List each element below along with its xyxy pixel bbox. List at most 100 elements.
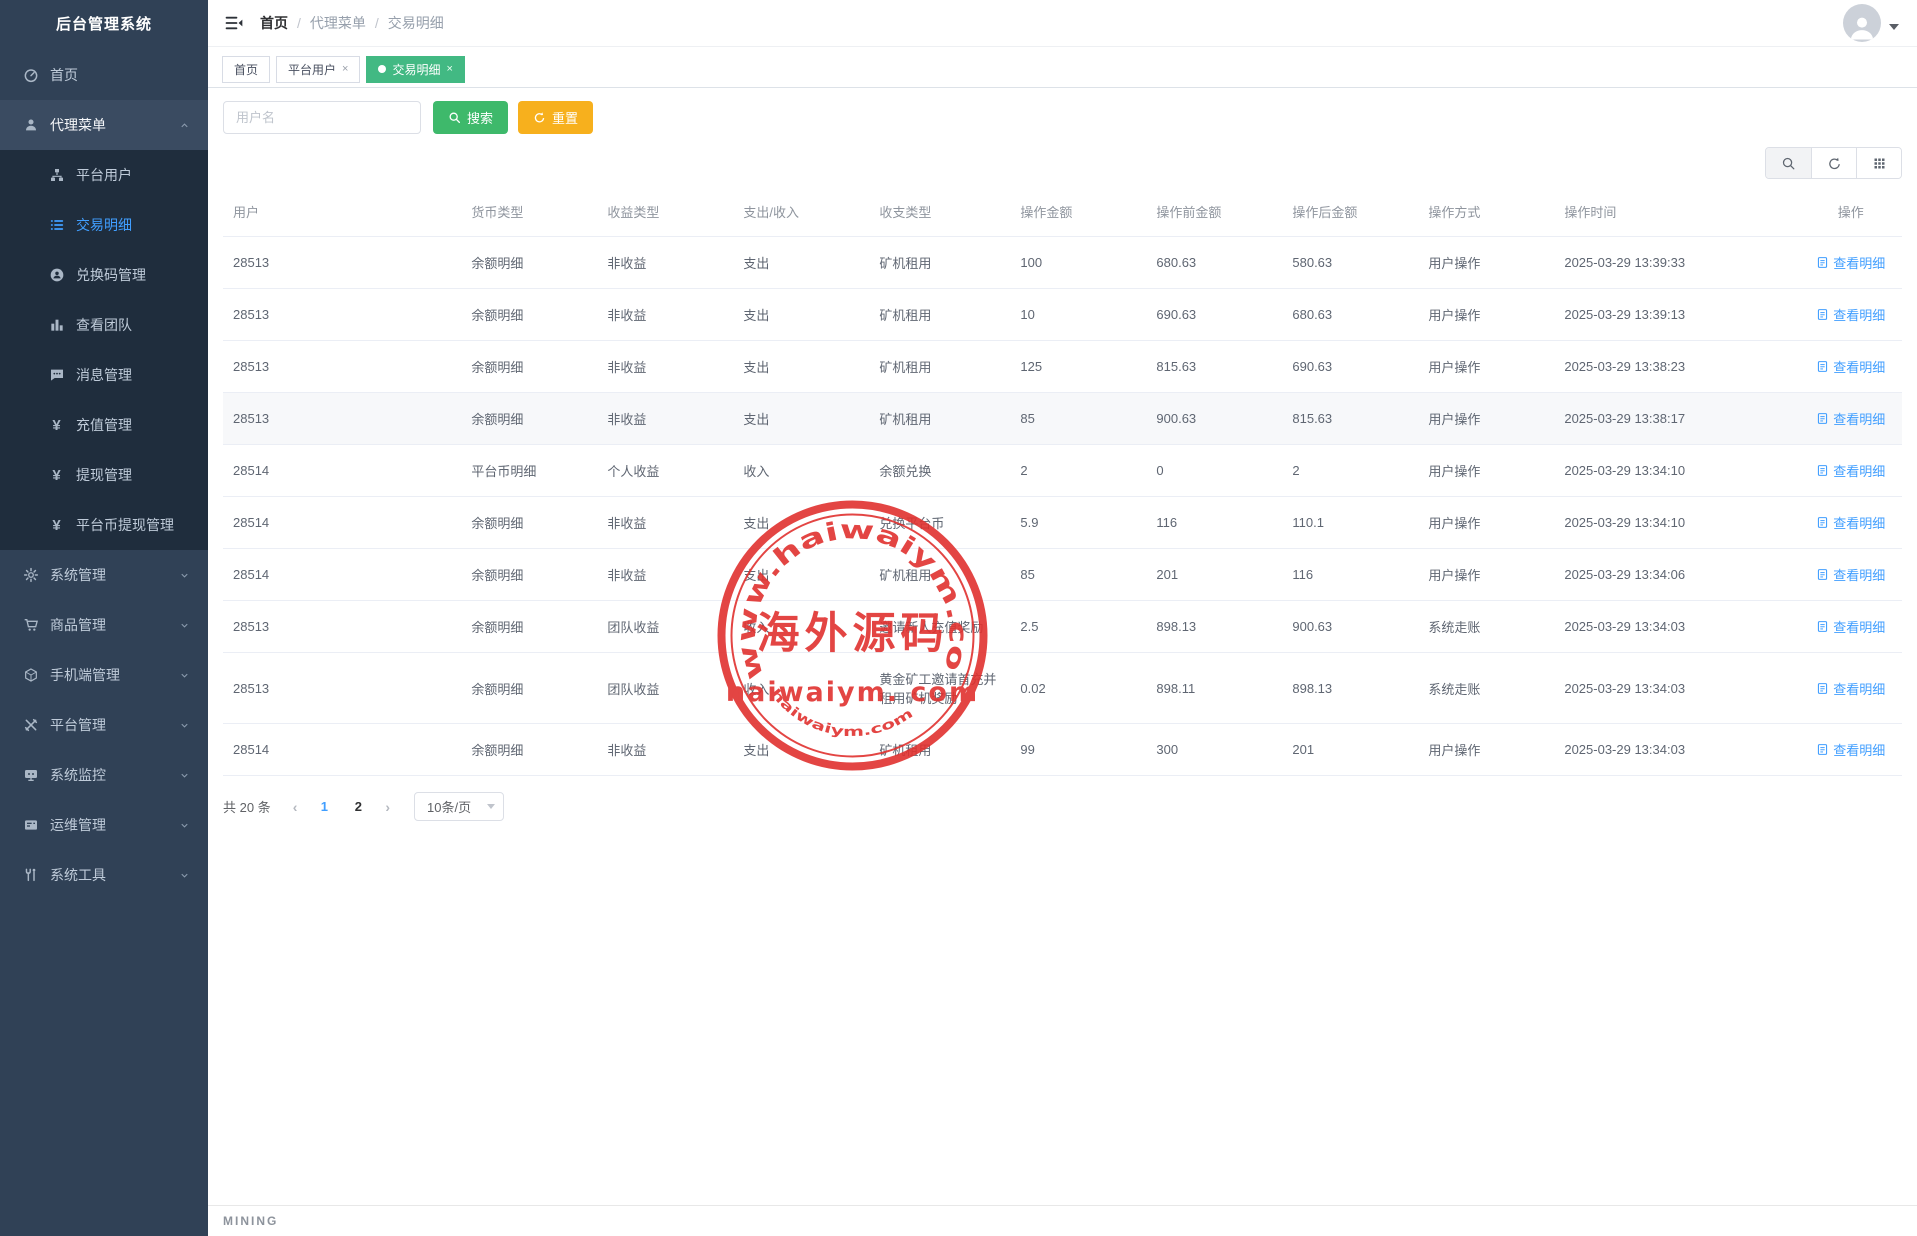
table-cell: 28513 (223, 237, 461, 289)
table-cell: 5.9 (1010, 497, 1146, 549)
table-cell: 矿机租用 (869, 237, 1010, 289)
table-cell: 非收益 (597, 393, 733, 445)
table-cell: 2 (1010, 445, 1146, 497)
table-cell: 支出 (733, 724, 869, 776)
sidebar-item-agent-menu[interactable]: 代理菜单 (0, 100, 208, 150)
breadcrumb-agent-menu[interactable]: 代理菜单 (310, 13, 366, 33)
table-cell: 900.63 (1282, 601, 1418, 653)
close-icon[interactable]: × (342, 63, 348, 75)
document-icon (1816, 682, 1829, 695)
sidebar-item-label: 手机端管理 (50, 665, 120, 685)
search-icon (1781, 156, 1796, 171)
view-detail-link[interactable]: 查看明细 (1816, 679, 1885, 698)
sidebar: 后台管理系统 首页 代理菜单 (0, 0, 208, 1236)
table-cell: 个人收益 (597, 445, 733, 497)
sidebar-item-view-team[interactable]: 查看团队 (0, 300, 208, 350)
table-cell: 2025-03-29 13:38:17 (1554, 393, 1799, 445)
avatar[interactable] (1843, 4, 1881, 42)
col-header-in-out: 支出/收入 (733, 187, 869, 237)
view-detail-link[interactable]: 查看明细 (1816, 305, 1885, 324)
document-icon (1816, 412, 1829, 425)
view-detail-link[interactable]: 查看明细 (1816, 461, 1885, 480)
table-cell: 28513 (223, 601, 461, 653)
table-cell: 580.63 (1282, 237, 1418, 289)
sidebar-item-transaction-detail[interactable]: 交易明细 (0, 200, 208, 250)
table-cell: 0.02 (1010, 653, 1146, 724)
view-detail-link[interactable]: 查看明细 (1816, 409, 1885, 428)
view-detail-link[interactable]: 查看明细 (1816, 740, 1885, 759)
view-detail-link[interactable]: 查看明细 (1816, 617, 1885, 636)
tab-home[interactable]: 首页 (222, 56, 270, 83)
sidebar-item-withdraw[interactable]: ¥ 提现管理 (0, 450, 208, 500)
table-cell: 300 (1146, 724, 1282, 776)
table-cell: 110.1 (1282, 497, 1418, 549)
user-icon (22, 117, 39, 134)
table-cell: 余额明细 (461, 497, 597, 549)
next-page-icon[interactable]: › (379, 799, 396, 815)
sidebar-item-label: 交易明细 (76, 215, 132, 235)
sidebar-item-messages[interactable]: 消息管理 (0, 350, 208, 400)
table-cell: 矿机租用 (869, 393, 1010, 445)
table-cell: 116 (1282, 549, 1418, 601)
sidebar-item-recharge[interactable]: ¥ 充值管理 (0, 400, 208, 450)
table-cell: 28514 (223, 724, 461, 776)
sidebar-item-platform-mgmt[interactable]: 平台管理 (0, 700, 208, 750)
breadcrumb-home[interactable]: 首页 (260, 13, 288, 33)
table-cell: 2025-03-29 13:34:10 (1554, 445, 1799, 497)
table-cell-actions: 查看明细 (1799, 724, 1902, 776)
page-size-select[interactable]: 10条/页 (414, 792, 504, 821)
page-number-2[interactable]: 2 (345, 799, 371, 814)
fold-menu-icon[interactable] (224, 13, 244, 33)
sidebar-item-home[interactable]: 首页 (0, 50, 208, 100)
list-icon (48, 217, 65, 234)
sidebar-item-mobile-mgmt[interactable]: 手机端管理 (0, 650, 208, 700)
reset-button-label: 重置 (552, 108, 578, 127)
sidebar-menu: 首页 代理菜单 平台用户 (0, 50, 208, 900)
chevron-down-icon (179, 670, 190, 681)
sidebar-item-redeem-codes[interactable]: 兑换码管理 (0, 250, 208, 300)
table-cell: 余额明细 (461, 724, 597, 776)
table-cell: 28514 (223, 497, 461, 549)
close-icon[interactable]: × (446, 63, 452, 75)
view-detail-link[interactable]: 查看明细 (1816, 513, 1885, 532)
sidebar-item-system-tools[interactable]: 系统工具 (0, 850, 208, 900)
username-input[interactable] (223, 101, 421, 134)
grid-icon (1872, 156, 1887, 171)
cart-icon (22, 617, 39, 634)
view-detail-link[interactable]: 查看明细 (1816, 565, 1885, 584)
toggle-search-button[interactable] (1766, 148, 1811, 178)
sidebar-item-system-monitor[interactable]: 系统监控 (0, 750, 208, 800)
table-cell: 28513 (223, 393, 461, 445)
view-detail-link[interactable]: 查看明细 (1816, 253, 1885, 272)
table-cell: 28514 (223, 445, 461, 497)
col-header-op-time: 操作时间 (1554, 187, 1799, 237)
table-cell: 900.63 (1146, 393, 1282, 445)
caret-down-icon[interactable] (1889, 24, 1899, 30)
column-settings-button[interactable] (1856, 148, 1901, 178)
sidebar-item-product-mgmt[interactable]: 商品管理 (0, 600, 208, 650)
view-detail-label: 查看明细 (1833, 305, 1885, 324)
reset-button[interactable]: 重置 (518, 101, 593, 134)
sidebar-item-platform-coin-withdraw[interactable]: ¥ 平台币提现管理 (0, 500, 208, 550)
table-cell: 用户操作 (1418, 393, 1554, 445)
table-cell: 用户操作 (1418, 724, 1554, 776)
sidebar-item-system-mgmt[interactable]: 系统管理 (0, 550, 208, 600)
table-cell: 2025-03-29 13:39:13 (1554, 289, 1799, 341)
table-cell: 2.5 (1010, 601, 1146, 653)
footer-text: MINING (223, 1214, 278, 1228)
view-detail-link[interactable]: 查看明细 (1816, 357, 1885, 376)
sidebar-item-platform-users[interactable]: 平台用户 (0, 150, 208, 200)
search-button[interactable]: 搜索 (433, 101, 508, 134)
table-cell: 非收益 (597, 289, 733, 341)
tab-platform-users[interactable]: 平台用户 × (276, 56, 360, 83)
table-cell-actions: 查看明细 (1799, 393, 1902, 445)
main-area: 首页 / 代理菜单 / 交易明细 首页 平台用户 × (208, 0, 1917, 1236)
prev-page-icon[interactable]: ‹ (287, 799, 304, 815)
page-number-1[interactable]: 1 (311, 799, 337, 814)
tab-transaction-detail[interactable]: 交易明细 × (366, 56, 464, 83)
breadcrumb-current: 交易明细 (388, 13, 444, 33)
refresh-table-button[interactable] (1811, 148, 1856, 178)
table-cell: 余额明细 (461, 549, 597, 601)
table-row: 28514余额明细非收益支出矿机租用99300201用户操作2025-03-29… (223, 724, 1902, 776)
sidebar-item-ops-mgmt[interactable]: 运维管理 (0, 800, 208, 850)
